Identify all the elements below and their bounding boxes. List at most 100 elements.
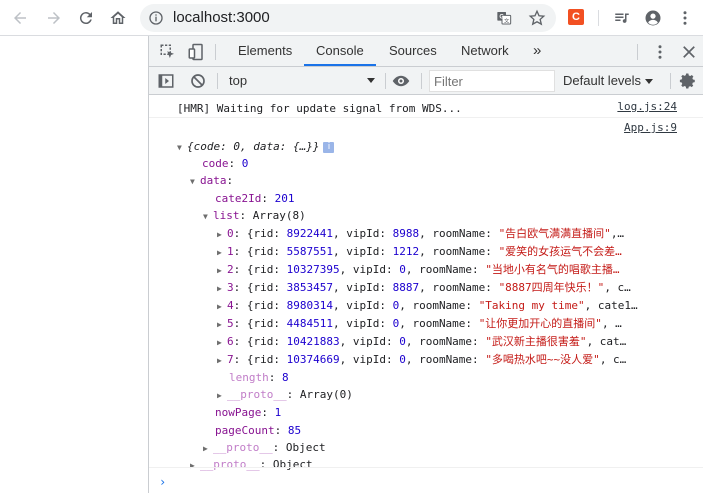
property-row: length: 8 bbox=[229, 371, 289, 384]
tab-elements[interactable]: Elements bbox=[226, 36, 304, 66]
collapsed-triangle-icon[interactable]: ▶ bbox=[217, 334, 227, 350]
device-toolbar-icon[interactable] bbox=[187, 43, 205, 61]
expanded-triangle-icon[interactable]: ▼ bbox=[203, 208, 213, 224]
console-prompt[interactable]: › bbox=[159, 475, 166, 489]
collapsed-triangle-icon[interactable]: ▶ bbox=[217, 262, 227, 278]
object-summary-row[interactable]: ▼ {code: 0, data: {…}} i bbox=[177, 138, 703, 155]
item-index: 7 bbox=[227, 353, 234, 366]
console-output: [HMR] Waiting for update signal from WDS… bbox=[149, 95, 703, 493]
property-value: 8 bbox=[282, 371, 289, 384]
translate-icon[interactable]: G文 bbox=[496, 10, 512, 26]
collapsed-triangle-icon[interactable]: ▶ bbox=[217, 280, 227, 296]
context-selector[interactable]: top bbox=[223, 69, 379, 93]
url-text[interactable]: localhost:3000 bbox=[173, 9, 270, 26]
more-vert-icon[interactable] bbox=[673, 6, 697, 30]
item-index: 5 bbox=[227, 317, 234, 330]
tab-divider bbox=[637, 44, 638, 60]
property-key: cate2Id bbox=[215, 192, 262, 205]
tab-divider bbox=[215, 44, 216, 60]
more-tabs-icon[interactable]: » bbox=[521, 36, 553, 66]
item-rid: 8922441 bbox=[286, 227, 333, 240]
property-key: data bbox=[200, 174, 227, 187]
close-icon[interactable] bbox=[680, 43, 698, 61]
array-item-row[interactable]: ▶ 0: {rid: 8922441, vipId: 8988, roomName… bbox=[217, 225, 687, 242]
item-index: 0 bbox=[227, 227, 234, 240]
expanded-triangle-icon[interactable]: ▼ bbox=[190, 173, 200, 189]
item-roomname: "爱笑的女孩运气不会差… bbox=[498, 245, 622, 258]
live-expression-eye-icon[interactable] bbox=[392, 72, 410, 90]
property-value: Object bbox=[272, 458, 313, 471]
property-row[interactable]: ▶ __proto__: Object bbox=[190, 456, 703, 473]
array-item-row[interactable]: ▶ 2: {rid: 10327395, vipId: 0, roomName: … bbox=[217, 261, 687, 278]
item-roomname: "Taking my time" bbox=[478, 299, 585, 312]
log-levels-dropdown[interactable]: Default levels bbox=[563, 69, 654, 93]
array-item-row[interactable]: ▶ 1: {rid: 5587551, vipId: 1212, roomName… bbox=[217, 243, 687, 260]
object-summary: {code: 0, data: {…}} bbox=[187, 140, 320, 153]
forward-arrow-icon[interactable] bbox=[42, 6, 66, 30]
sidebar-toggle-icon[interactable] bbox=[157, 72, 175, 90]
property-row: nowPage: 1 bbox=[215, 406, 282, 419]
tab-network[interactable]: Network bbox=[449, 36, 521, 66]
item-vipid: 8887 bbox=[392, 281, 420, 294]
item-vipid: 0 bbox=[399, 353, 406, 366]
star-icon[interactable] bbox=[528, 9, 546, 27]
source-link[interactable]: App.js:9 bbox=[624, 121, 677, 134]
array-item-row[interactable]: ▶ 7: {rid: 10374669, vipId: 0, roomName: … bbox=[217, 351, 687, 368]
item-tail: , c… bbox=[604, 281, 631, 294]
collapsed-triangle-icon[interactable]: ▶ bbox=[217, 226, 227, 242]
array-item-row[interactable]: ▶ 6: {rid: 10421883, vipId: 0, roomName: … bbox=[217, 333, 687, 350]
array-item-row[interactable]: ▶ 5: {rid: 4484511, vipId: 0, roomName: "… bbox=[217, 315, 687, 332]
item-index: 2 bbox=[227, 263, 234, 276]
property-row[interactable]: ▼ list: Array(8) bbox=[203, 207, 703, 224]
collapsed-triangle-icon[interactable]: ▶ bbox=[190, 457, 200, 473]
array-item-row[interactable]: ▶ 3: {rid: 3853457, vipId: 8887, roomName… bbox=[217, 279, 687, 296]
array-item-row[interactable]: ▶ 4: {rid: 8980314, vipId: 0, roomName: "… bbox=[217, 297, 687, 314]
back-arrow-icon[interactable] bbox=[8, 6, 32, 30]
source-link[interactable]: log.js:24 bbox=[617, 100, 677, 113]
settings-gear-icon[interactable] bbox=[679, 72, 697, 90]
reload-icon[interactable] bbox=[74, 6, 98, 30]
address-bar[interactable]: localhost:3000 G文 bbox=[140, 4, 556, 32]
property-value: Array(8) bbox=[252, 209, 306, 222]
property-value: Array(0) bbox=[299, 388, 353, 401]
profile-icon[interactable] bbox=[641, 6, 665, 30]
collapsed-triangle-icon[interactable]: ▶ bbox=[217, 298, 227, 314]
item-index: 3 bbox=[227, 281, 234, 294]
info-icon[interactable] bbox=[148, 10, 164, 26]
filter-input[interactable] bbox=[429, 70, 555, 92]
property-key: code bbox=[202, 157, 229, 170]
item-roomname: "让你更加开心的直播间" bbox=[478, 317, 602, 330]
tab-sources[interactable]: Sources bbox=[377, 36, 449, 66]
home-icon[interactable] bbox=[106, 6, 130, 30]
context-value: top bbox=[229, 73, 248, 88]
toolbar-divider bbox=[217, 73, 218, 89]
extension-c-icon[interactable]: C bbox=[568, 9, 584, 25]
property-row[interactable]: ▶ __proto__: Array(0) bbox=[217, 386, 703, 403]
collapsed-triangle-icon[interactable]: ▶ bbox=[217, 387, 227, 403]
property-row[interactable]: ▼ data: bbox=[190, 172, 703, 189]
tab-console[interactable]: Console bbox=[304, 36, 376, 66]
item-vipid: 1212 bbox=[392, 245, 420, 258]
collapsed-triangle-icon[interactable]: ▶ bbox=[217, 244, 227, 260]
media-queue-icon[interactable] bbox=[610, 6, 634, 30]
item-roomname: "多喝热水吧~~没人爱" bbox=[485, 353, 600, 366]
item-index: 1 bbox=[227, 245, 234, 258]
collapsed-triangle-icon[interactable]: ▶ bbox=[217, 352, 227, 368]
inspect-element-icon[interactable] bbox=[159, 43, 177, 61]
info-icon[interactable]: i bbox=[323, 141, 335, 153]
item-roomname: "武汉新主播很害羞" bbox=[485, 335, 587, 348]
item-rid: 8980314 bbox=[286, 299, 333, 312]
expanded-triangle-icon[interactable]: ▼ bbox=[177, 139, 187, 155]
item-rid: 10421883 bbox=[286, 335, 340, 348]
clear-console-icon[interactable] bbox=[189, 72, 207, 90]
property-value: Object bbox=[285, 441, 326, 454]
collapsed-triangle-icon[interactable]: ▶ bbox=[217, 316, 227, 332]
item-rid: 10374669 bbox=[286, 353, 340, 366]
devtools-menu-icon[interactable] bbox=[651, 43, 669, 61]
property-value: 201 bbox=[274, 192, 295, 205]
property-row: code: 0 bbox=[202, 157, 249, 170]
collapsed-triangle-icon[interactable]: ▶ bbox=[203, 440, 213, 456]
property-row[interactable]: ▶ __proto__: Object bbox=[203, 439, 703, 456]
devtools-panel: Elements Console Sources Network » top D… bbox=[148, 36, 703, 493]
item-vipid: 0 bbox=[399, 335, 406, 348]
